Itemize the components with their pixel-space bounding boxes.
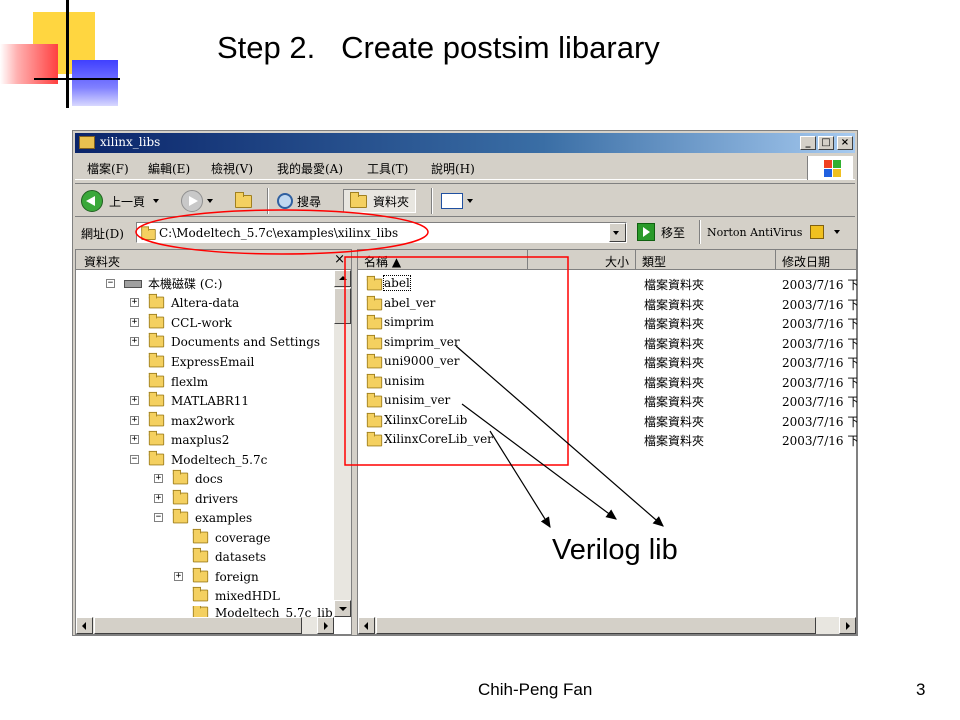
annotation-overlay bbox=[135, 209, 664, 529]
annotation-arrow bbox=[455, 345, 664, 527]
page-number: 3 bbox=[916, 680, 926, 699]
annotation-arrow bbox=[461, 403, 617, 520]
folders-highlight-box bbox=[344, 256, 569, 466]
footer-author: Chih-Peng Fan bbox=[478, 680, 593, 699]
annotation-arrow bbox=[489, 430, 551, 529]
verilog-lib-label: Verilog lib bbox=[552, 534, 678, 566]
address-highlight-ellipse bbox=[135, 209, 429, 255]
